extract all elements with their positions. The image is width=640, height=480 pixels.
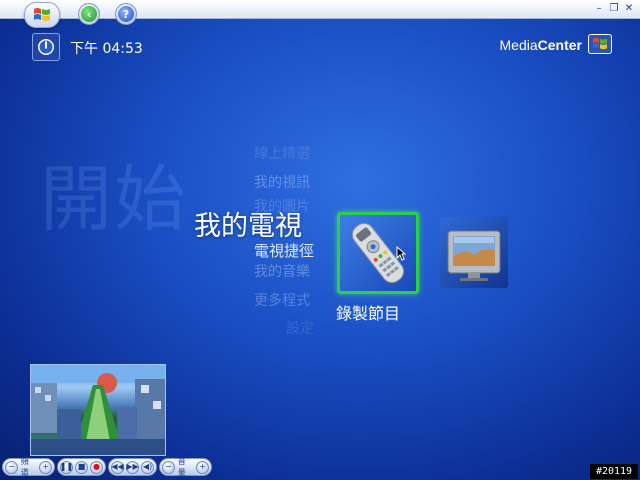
live-tv-tile[interactable] bbox=[440, 217, 508, 288]
seek-control: ◀◀ ▶▶ ◀) bbox=[108, 458, 157, 476]
volume-label: 音量 bbox=[177, 457, 186, 477]
help-icon: ? bbox=[118, 6, 134, 22]
recorded-tv-tile[interactable] bbox=[337, 212, 419, 294]
recorded-tv-label: 錄製節目 bbox=[336, 304, 401, 323]
back-button[interactable]: ‹ bbox=[78, 3, 100, 25]
close-button[interactable]: ✕ bbox=[624, 3, 634, 15]
record-button[interactable]: ● bbox=[90, 460, 103, 474]
back-arrow-icon: ‹ bbox=[81, 6, 97, 22]
media-center-brand: MediaCenter bbox=[500, 37, 583, 53]
help-button[interactable]: ? bbox=[115, 3, 137, 25]
start-button[interactable] bbox=[24, 2, 60, 28]
restore-button[interactable]: ❐ bbox=[609, 3, 619, 15]
menu-item-online[interactable]: 線上精選 bbox=[254, 143, 310, 163]
start-watermark: 開始 bbox=[40, 157, 189, 241]
channel-label: 頻道 bbox=[20, 457, 29, 477]
tv-monitor-icon bbox=[447, 230, 501, 281]
volume-down-button[interactable]: − bbox=[162, 460, 175, 474]
tv-preview-window[interactable] bbox=[30, 364, 166, 456]
channel-up-button[interactable]: + bbox=[39, 460, 52, 474]
window-controls: – ❐ ✕ bbox=[594, 3, 634, 15]
menu-item-videos[interactable]: 我的視訊 bbox=[254, 172, 310, 192]
stop-button[interactable]: ■ bbox=[75, 460, 88, 474]
menu-subitem-tv-shortcuts[interactable]: 電視捷徑 bbox=[254, 240, 314, 261]
brand-prefix: Media bbox=[499, 37, 538, 53]
rewind-button[interactable]: ◀◀ bbox=[111, 460, 124, 474]
menu-item-my-tv[interactable]: 我的電視 bbox=[194, 204, 302, 243]
channel-control: − 頻道 + bbox=[2, 457, 55, 477]
image-id-badge: #20119 bbox=[590, 464, 638, 479]
windows-logo-icon bbox=[34, 8, 50, 21]
clock: 下午 04:53 bbox=[70, 41, 143, 57]
volume-up-button[interactable]: + bbox=[196, 460, 209, 474]
menu-item-settings[interactable]: 設定 bbox=[286, 318, 314, 338]
menu-item-more-programs[interactable]: 更多程式 bbox=[254, 290, 310, 310]
minimize-button[interactable]: – bbox=[594, 3, 604, 15]
windows-logo-icon bbox=[593, 37, 607, 50]
brand-logo bbox=[588, 34, 612, 54]
volume-control: − 音量 + bbox=[159, 457, 212, 477]
mouse-pointer-icon bbox=[396, 245, 407, 265]
power-button[interactable] bbox=[32, 33, 60, 61]
transport-controls: − 頻道 + ❚❚ ■ ● ◀◀ ▶▶ ◀) − 音量 + bbox=[2, 456, 212, 478]
mute-button[interactable]: ◀) bbox=[141, 460, 154, 474]
channel-down-button[interactable]: − bbox=[5, 460, 18, 474]
menu-item-music[interactable]: 我的音樂 bbox=[254, 261, 310, 281]
fast-forward-button[interactable]: ▶▶ bbox=[126, 460, 139, 474]
brand-bold: Center bbox=[537, 37, 582, 53]
power-icon bbox=[38, 39, 54, 55]
pause-button[interactable]: ❚❚ bbox=[60, 460, 73, 474]
playback-control: ❚❚ ■ ● bbox=[57, 458, 106, 476]
preview-video-frame bbox=[31, 365, 165, 455]
